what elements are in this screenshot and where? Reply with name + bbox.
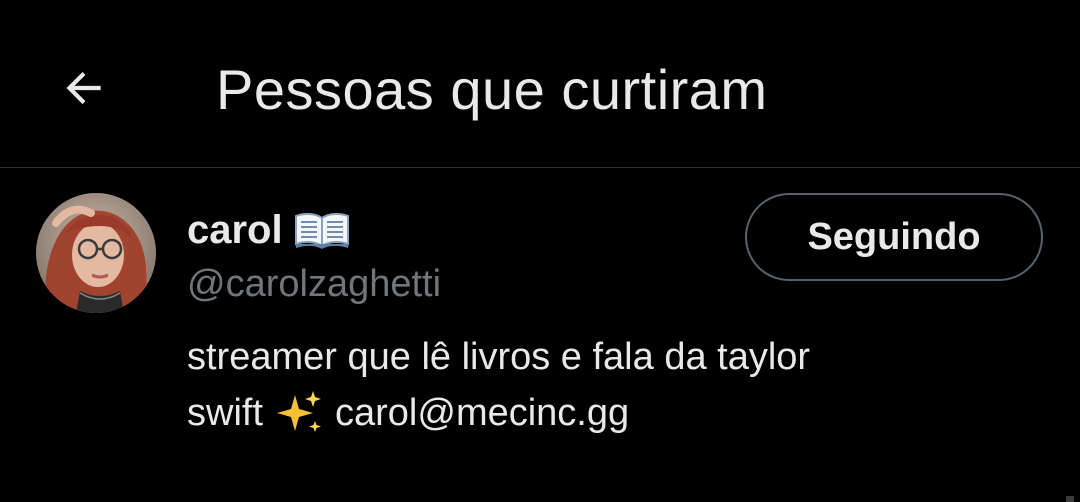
bio-text: swift: [187, 392, 263, 434]
user-handle: @carolzaghetti: [187, 263, 442, 305]
avatar-image: [36, 193, 156, 313]
arrow-left-icon: [66, 71, 101, 105]
bio-email: carol@mecinc.gg: [335, 392, 630, 434]
bio-line-2: swift carol@mecinc.gg: [187, 385, 1007, 441]
back-button[interactable]: [50, 54, 118, 122]
avatar[interactable]: [36, 193, 156, 313]
page-title: Pessoas que curtiram: [216, 58, 768, 121]
display-name: carol: [187, 208, 283, 252]
top-bar: Pessoas que curtiram: [0, 0, 1080, 168]
user-list-item[interactable]: carol @carolzaghetti streamer que lê liv…: [0, 169, 1080, 502]
sparkles-icon: [277, 391, 321, 432]
user-bio: streamer que lê livros e fala da taylor …: [187, 329, 1007, 441]
open-book-icon: [294, 212, 349, 249]
scroll-indicator: [1066, 496, 1074, 502]
following-button[interactable]: Seguindo: [745, 193, 1043, 281]
display-name-row: carol: [187, 205, 351, 255]
bio-line-1: streamer que lê livros e fala da taylor: [187, 336, 811, 378]
